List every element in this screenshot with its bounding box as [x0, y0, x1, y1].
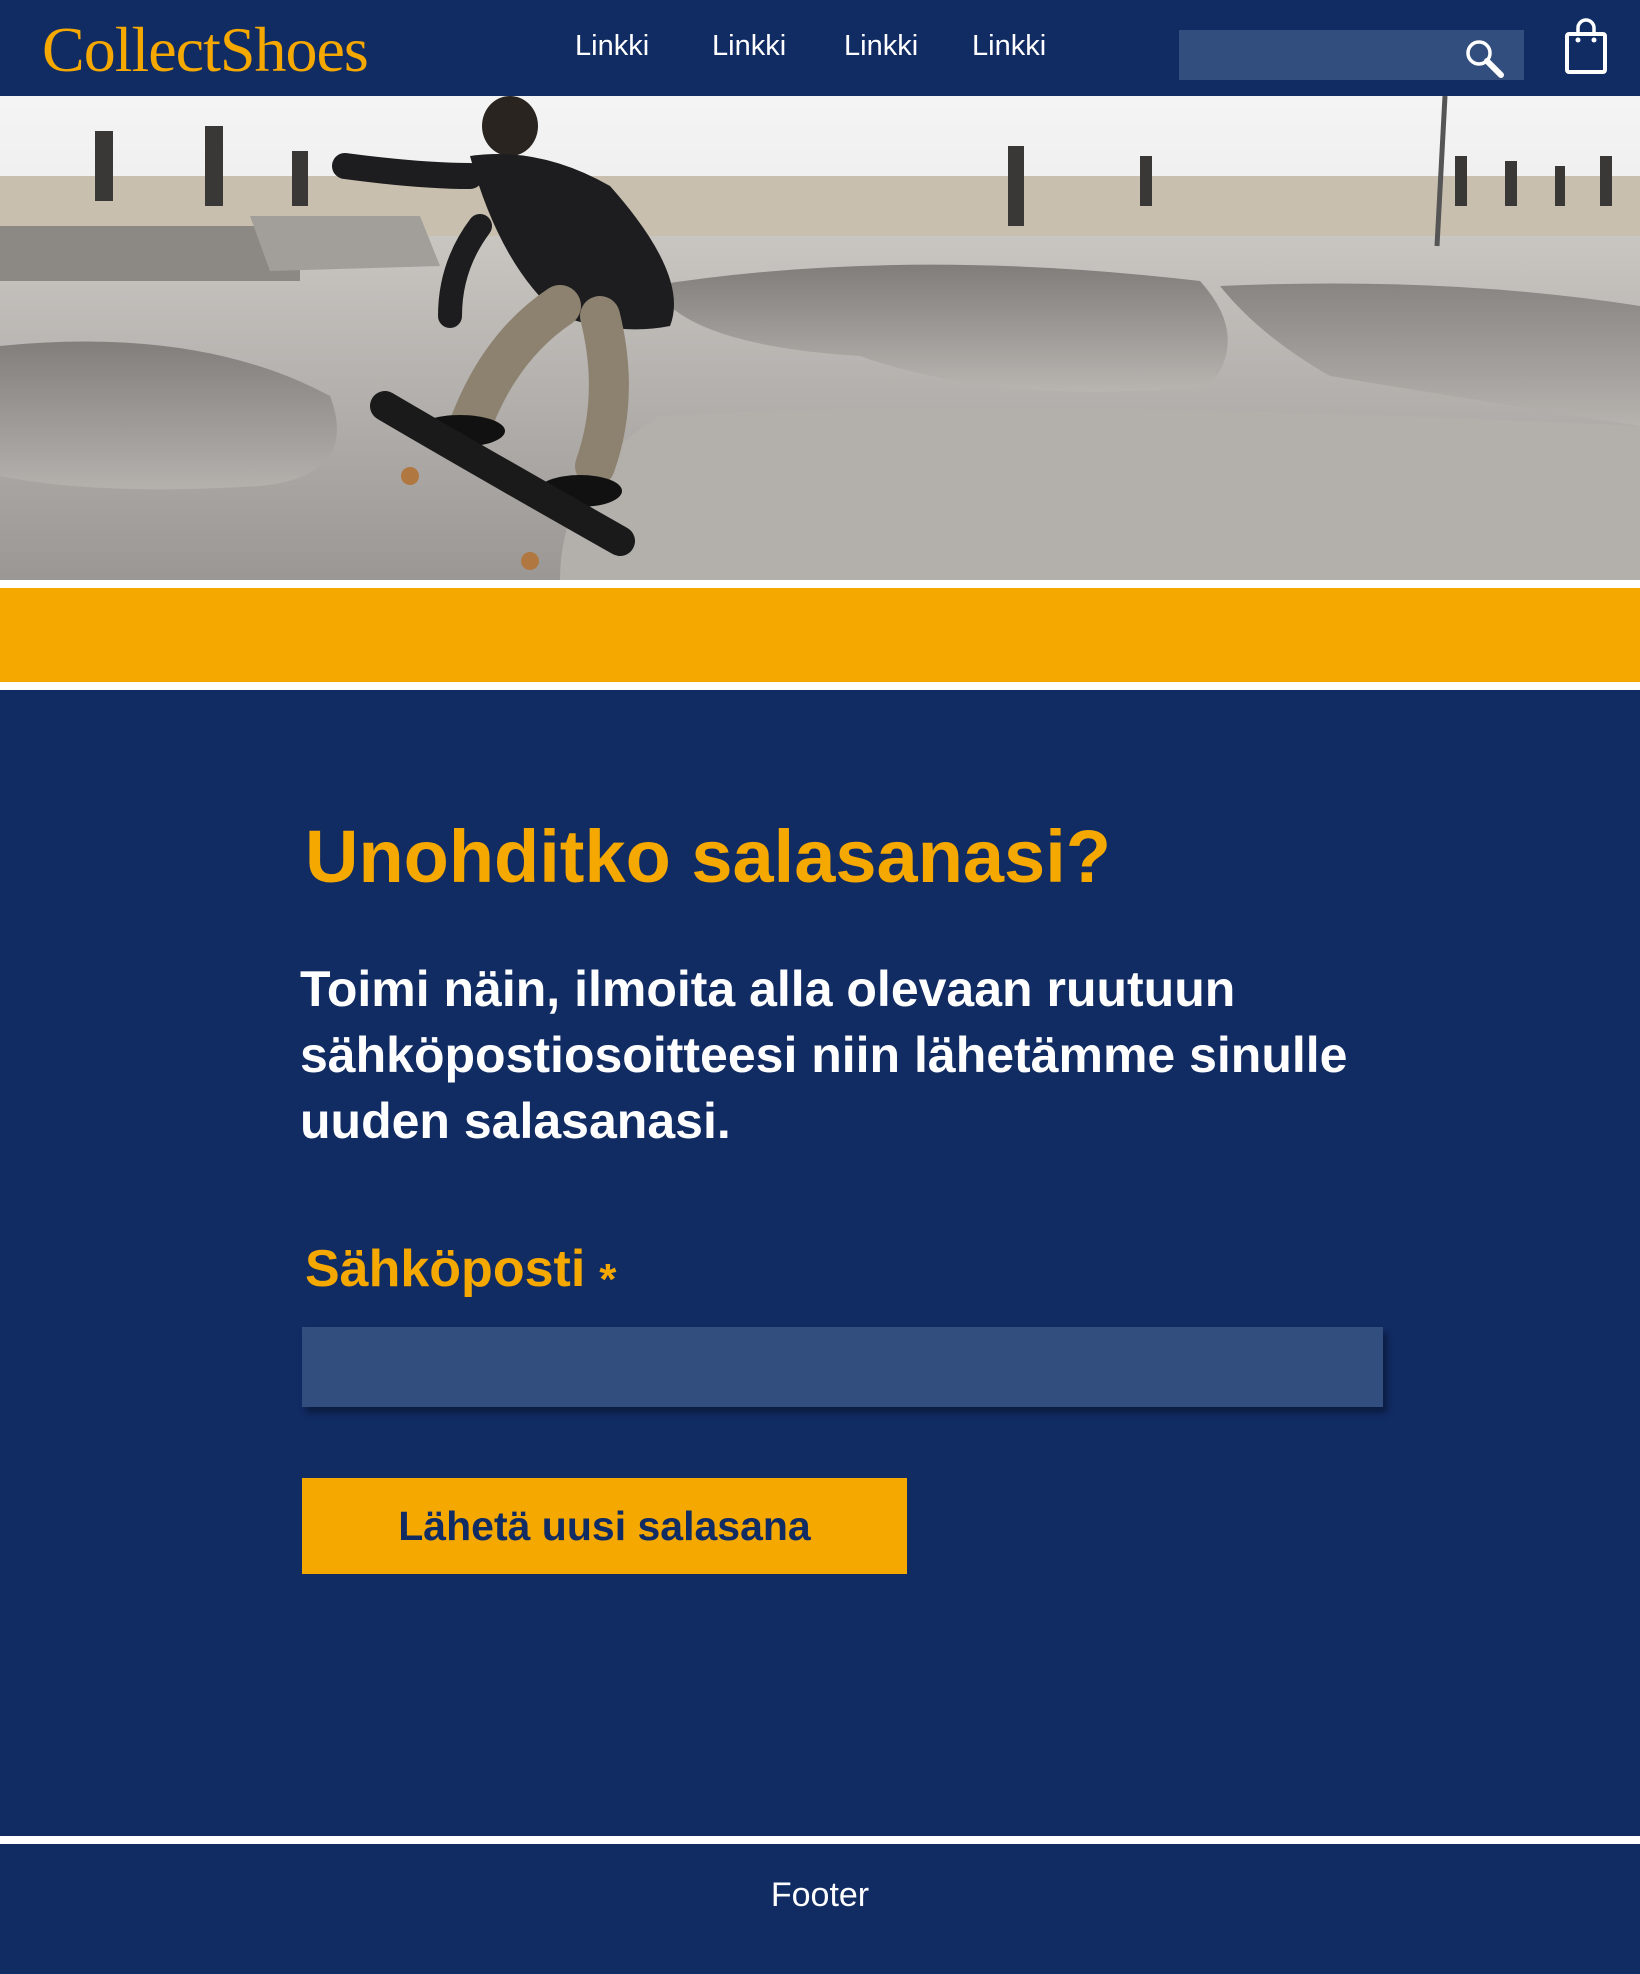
email-label: Sähköposti * [305, 1234, 616, 1307]
site-header: CollectShoes Linkki Linkki Linkki Linkki [0, 0, 1640, 96]
hero-image [0, 96, 1640, 580]
divider-bottom [0, 682, 1640, 690]
skatepark-photo [0, 96, 1640, 580]
accent-band [0, 588, 1640, 682]
divider-top [0, 580, 1640, 588]
search-icon[interactable] [1462, 36, 1506, 80]
footer-text: Footer [770, 1876, 870, 1914]
nav-link-4[interactable]: Linkki [972, 30, 1046, 63]
nav-link-1[interactable]: Linkki [575, 30, 649, 63]
nav-link-2[interactable]: Linkki [712, 30, 786, 63]
email-field[interactable] [302, 1327, 1383, 1407]
search-box [1179, 30, 1524, 80]
site-footer: Footer [0, 1846, 1640, 1974]
required-marker: * [599, 1255, 617, 1304]
footer-divider [0, 1836, 1640, 1844]
search-input[interactable] [1179, 30, 1449, 80]
instructions-text: Toimi näin, ilmoita alla olevaan ruutuun… [300, 961, 1348, 1149]
nav-link-3[interactable]: Linkki [844, 30, 918, 63]
email-label-text: Sähköposti [305, 1240, 586, 1298]
shopping-bag-icon[interactable] [1564, 16, 1608, 74]
site-logo[interactable]: CollectShoes [42, 10, 369, 90]
send-new-password-button[interactable]: Lähetä uusi salasana [302, 1478, 907, 1574]
page-title: Unohditko salasanasi? [305, 815, 1111, 898]
